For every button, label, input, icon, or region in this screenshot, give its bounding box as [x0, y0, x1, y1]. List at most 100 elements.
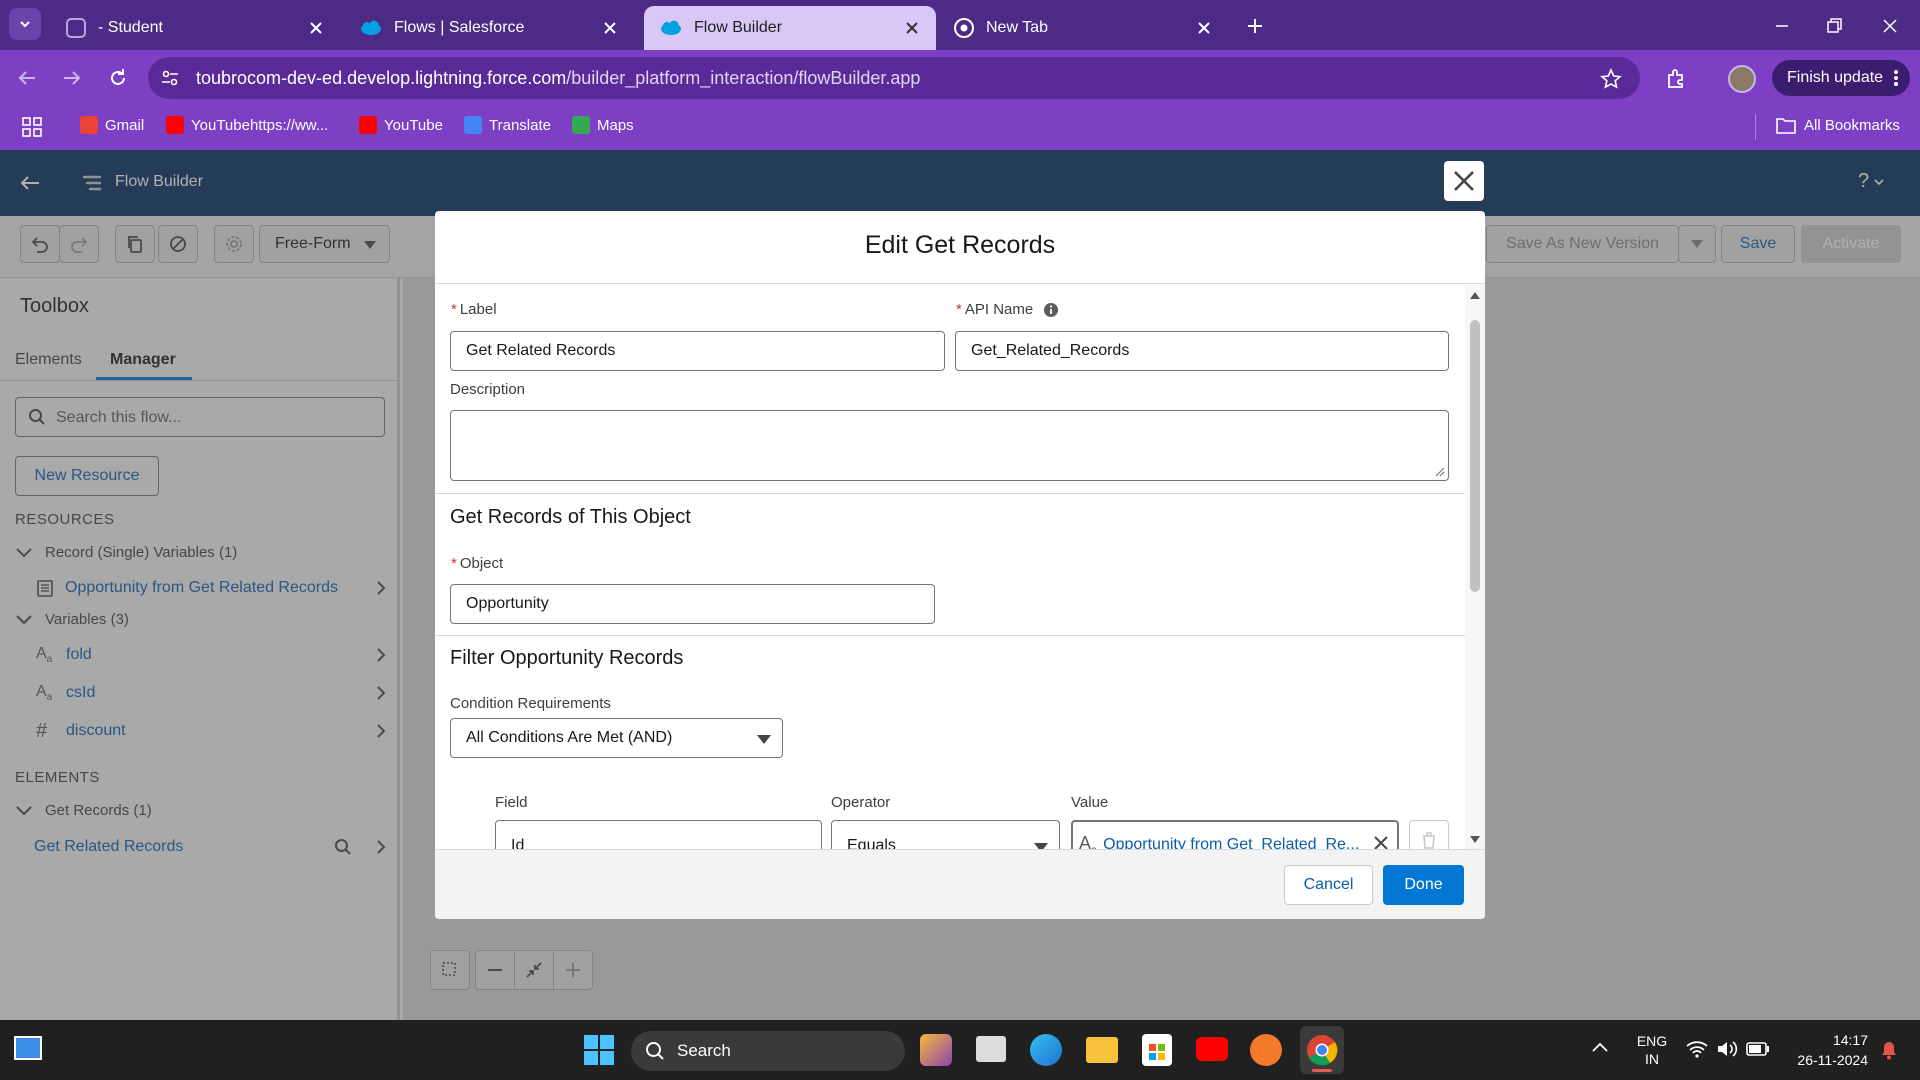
- scroll-down-icon[interactable]: [1470, 836, 1480, 843]
- new-tab-button[interactable]: [1243, 14, 1267, 38]
- close-window-button[interactable]: [1878, 14, 1902, 38]
- arrow-right-icon: [64, 71, 81, 85]
- clock[interactable]: 14:17 26-11-2024: [1778, 1030, 1868, 1070]
- site-info-icon[interactable]: [160, 68, 180, 88]
- gmail-icon: [80, 116, 98, 134]
- text-variable-icon: Aa: [1079, 833, 1097, 849]
- tab-title: New Tab: [986, 19, 1048, 36]
- close-tab-icon[interactable]: [600, 18, 620, 38]
- bookmark-gmail[interactable]: Gmail: [80, 116, 144, 134]
- label-input[interactable]: Get Related Records: [450, 331, 945, 371]
- scrollbar-thumb[interactable]: [1470, 320, 1480, 592]
- bookmarks-divider: [1755, 114, 1756, 140]
- tab-title: Flows | Salesforce: [394, 19, 525, 36]
- browser-tab[interactable]: - Student: [50, 6, 340, 50]
- tab-title: - Student: [98, 19, 163, 36]
- condition-operator-value: Equals: [847, 837, 896, 849]
- close-tab-icon[interactable]: [1194, 18, 1214, 38]
- info-icon[interactable]: [1043, 302, 1059, 318]
- edge-icon[interactable]: [1030, 1034, 1062, 1066]
- windows-logo-icon: [584, 1035, 614, 1065]
- chrome-icon: [1307, 1035, 1338, 1066]
- wifi-icon[interactable]: [1686, 1040, 1708, 1058]
- finish-update-label: Finish update: [1787, 69, 1884, 86]
- tab-search-dropdown[interactable]: [9, 8, 41, 40]
- bookmark-translate[interactable]: Translate: [464, 116, 551, 134]
- file-explorer-icon[interactable]: [1086, 1037, 1118, 1063]
- trash-icon: [1423, 832, 1435, 849]
- bookmark-youtube-link[interactable]: YouTubehttps://ww...: [166, 116, 328, 134]
- done-button[interactable]: Done: [1383, 865, 1464, 905]
- youtube-app-icon[interactable]: [1196, 1037, 1228, 1061]
- browser-tab-bar: - Student Flows | Salesforce Flow Builde…: [0, 0, 1920, 50]
- condition-value-label: Opportunity from Get_Related_Re...: [1103, 836, 1360, 849]
- delete-condition-button[interactable]: [1409, 820, 1449, 849]
- start-button[interactable]: [584, 1035, 614, 1065]
- chrome-icon: [954, 18, 974, 38]
- notifications-bell-icon[interactable]: [1880, 1040, 1898, 1060]
- blender-icon[interactable]: [1250, 1034, 1282, 1066]
- scroll-up-icon[interactable]: [1470, 292, 1480, 299]
- tab-title: Flow Builder: [694, 19, 783, 36]
- youtube-icon: [166, 116, 184, 134]
- browser-tab[interactable]: New Tab: [938, 6, 1228, 50]
- apps-grid-icon[interactable]: [22, 117, 42, 137]
- reload-button[interactable]: [106, 66, 130, 90]
- modal-body: * Label Get Related Records * API Name Get…: [435, 284, 1485, 849]
- modal-scrollbar[interactable]: [1465, 284, 1485, 849]
- condition-operator-select[interactable]: Equals: [831, 820, 1060, 849]
- taskbar-search[interactable]: Search: [631, 1031, 905, 1071]
- section-divider: [435, 635, 1465, 636]
- required-marker: *: [956, 301, 962, 318]
- resize-handle-icon[interactable]: [1435, 467, 1445, 477]
- clock-date: 26-11-2024: [1797, 1052, 1868, 1068]
- battery-icon[interactable]: [1746, 1042, 1770, 1056]
- tray-overflow-icon[interactable]: [1592, 1042, 1608, 1052]
- back-button[interactable]: [15, 66, 39, 90]
- url-path: /builder_platform_interaction/flowBuilde…: [566, 68, 921, 88]
- store-icon[interactable]: [1142, 1034, 1172, 1066]
- profile-avatar[interactable]: [1728, 65, 1756, 93]
- modal-close-button[interactable]: [1444, 161, 1484, 201]
- required-marker: *: [451, 555, 457, 572]
- volume-icon[interactable]: [1716, 1040, 1738, 1058]
- chrome-taskbar-icon[interactable]: [1300, 1026, 1344, 1074]
- close-icon[interactable]: [1374, 836, 1388, 849]
- finish-update-button[interactable]: Finish update: [1772, 60, 1910, 96]
- close-tab-icon[interactable]: [306, 18, 326, 38]
- browser-tab-active[interactable]: Flow Builder: [644, 6, 936, 50]
- extensions-icon[interactable]: [1664, 67, 1688, 91]
- api-name-input[interactable]: Get_Related_Records: [955, 331, 1449, 371]
- youtube-icon: [359, 116, 377, 134]
- description-textarea[interactable]: [450, 410, 1449, 481]
- edit-get-records-modal: Edit Get Records * Label Get Related Reco…: [435, 211, 1485, 919]
- cancel-button[interactable]: Cancel: [1284, 865, 1373, 905]
- object-combobox[interactable]: Opportunity: [450, 584, 935, 624]
- modal-footer: Cancel Done: [435, 849, 1485, 919]
- minimize-window-button[interactable]: [1770, 14, 1794, 38]
- url-text: toubrocom-dev-ed.develop.lightning.force…: [196, 68, 920, 89]
- restore-window-button[interactable]: [1822, 14, 1846, 38]
- widgets-icon[interactable]: [14, 1036, 42, 1060]
- language-indicator[interactable]: ENG IN: [1634, 1032, 1670, 1068]
- task-view-icon[interactable]: [976, 1036, 1006, 1062]
- condition-value-pill[interactable]: Aa Opportunity from Get_Related_Re...: [1071, 820, 1399, 849]
- condition-requirements-select[interactable]: All Conditions Are Met (AND): [450, 718, 783, 758]
- condition-requirements-value: All Conditions Are Met (AND): [466, 729, 673, 746]
- all-bookmarks[interactable]: All Bookmarks: [1776, 116, 1900, 134]
- browser-tab[interactable]: Flows | Salesforce: [344, 6, 634, 50]
- close-tab-icon[interactable]: [902, 18, 922, 38]
- bookmark-maps[interactable]: Maps: [572, 116, 634, 134]
- forward-button[interactable]: [60, 66, 84, 90]
- url-host: toubrocom-dev-ed.develop.lightning.force…: [196, 68, 567, 88]
- value-column-label: Value: [1071, 794, 1109, 811]
- clock-time: 14:17: [1832, 1032, 1868, 1048]
- condition-field-input[interactable]: Id: [495, 820, 822, 849]
- bookmark-star-icon[interactable]: [1600, 68, 1622, 90]
- bookmark-youtube[interactable]: YouTube: [359, 116, 443, 134]
- chevron-down-icon: [20, 21, 30, 28]
- plus-icon: [1248, 19, 1262, 33]
- section-divider: [435, 493, 1465, 494]
- arrow-left-icon: [18, 71, 35, 85]
- app-icon[interactable]: [920, 1034, 952, 1066]
